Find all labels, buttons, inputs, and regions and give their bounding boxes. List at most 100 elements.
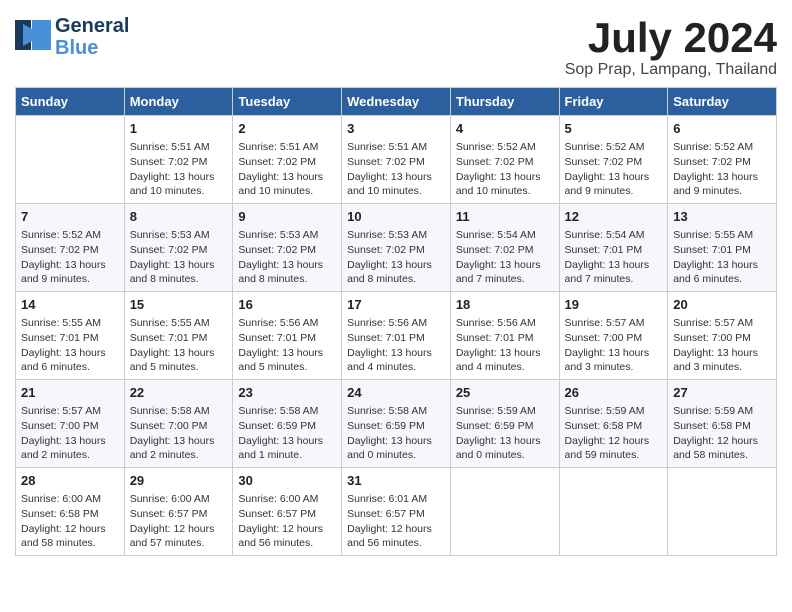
day-info-text: Sunset: 6:58 PM	[565, 419, 663, 434]
day-info-text: Sunset: 7:01 PM	[673, 243, 771, 258]
day-info-text: Sunrise: 6:00 AM	[21, 492, 119, 507]
day-info-text: and 10 minutes.	[456, 184, 554, 199]
day-number: 30	[238, 472, 336, 490]
day-info-text: Daylight: 12 hours	[673, 434, 771, 449]
day-info-text: Daylight: 13 hours	[456, 170, 554, 185]
location: Sop Prap, Lampang, Thailand	[565, 61, 777, 79]
calendar-cell-w4-d4	[450, 467, 559, 555]
day-info-text: Daylight: 12 hours	[130, 522, 228, 537]
day-info-text: Daylight: 13 hours	[456, 258, 554, 273]
day-number: 19	[565, 296, 663, 314]
day-info-text: Sunrise: 6:00 AM	[130, 492, 228, 507]
day-info-text: Sunset: 6:57 PM	[130, 507, 228, 522]
day-info-text: Sunset: 7:02 PM	[565, 155, 663, 170]
day-number: 26	[565, 384, 663, 402]
day-info-text: Sunrise: 5:55 AM	[130, 316, 228, 331]
day-number: 1	[130, 120, 228, 138]
calendar-cell-w3-d5: 26 Sunrise: 5:59 AMSunset: 6:58 PMDayligh…	[559, 380, 668, 468]
calendar-cell-w4-d2: 30Sunrise: 6:00 AMSunset: 6:57 PMDayligh…	[233, 467, 342, 555]
calendar-cell-w3-d4: 25 Sunrise: 5:59 AMSunset: 6:59 PMDayligh…	[450, 380, 559, 468]
day-info-text: Sunset: 6:58 PM	[21, 507, 119, 522]
day-info-text: Daylight: 13 hours	[673, 346, 771, 361]
calendar-cell-w1-d1: 8Sunrise: 5:53 AMSunset: 7:02 PMDaylight…	[124, 204, 233, 292]
day-info-text: Sunset: 6:59 PM	[456, 419, 554, 434]
day-info-text: Sunset: 7:01 PM	[456, 331, 554, 346]
weekday-header-friday: Friday	[559, 88, 668, 116]
day-number: 2	[238, 120, 336, 138]
day-info-text: Sunrise: 5:58 AM	[130, 404, 228, 419]
day-info-text: Sunrise: 5:53 AM	[130, 228, 228, 243]
calendar-cell-w1-d4: 11Sunrise: 5:54 AMSunset: 7:02 PMDayligh…	[450, 204, 559, 292]
day-info-text: Daylight: 13 hours	[130, 258, 228, 273]
weekday-header-monday: Monday	[124, 88, 233, 116]
day-info-text: and 2 minutes.	[130, 448, 228, 463]
day-info-text: and 57 minutes.	[130, 536, 228, 551]
day-info-text: Sunset: 7:02 PM	[130, 243, 228, 258]
day-info-text: Daylight: 12 hours	[565, 434, 663, 449]
day-number: 14	[21, 296, 119, 314]
calendar-cell-w4-d6	[668, 467, 777, 555]
day-info-text: and 8 minutes.	[347, 272, 445, 287]
calendar-cell-w3-d6: 27Sunrise: 5:59 AMSunset: 6:58 PMDayligh…	[668, 380, 777, 468]
day-info-text: Daylight: 13 hours	[130, 170, 228, 185]
calendar-cell-w4-d3: 31Sunrise: 6:01 AMSunset: 6:57 PMDayligh…	[342, 467, 451, 555]
weekday-header-thursday: Thursday	[450, 88, 559, 116]
day-info-text: and 7 minutes.	[565, 272, 663, 287]
day-number: 3	[347, 120, 445, 138]
day-info-text: Sunset: 7:01 PM	[21, 331, 119, 346]
day-info-text: Daylight: 13 hours	[347, 434, 445, 449]
day-info-text: and 8 minutes.	[238, 272, 336, 287]
calendar-cell-w0-d2: 2Sunrise: 5:51 AMSunset: 7:02 PMDaylight…	[233, 116, 342, 204]
day-info-text: Daylight: 13 hours	[238, 346, 336, 361]
day-number: 22	[130, 384, 228, 402]
calendar-cell-w0-d3: 3Sunrise: 5:51 AMSunset: 7:02 PMDaylight…	[342, 116, 451, 204]
day-info-text: Sunset: 7:00 PM	[673, 331, 771, 346]
calendar-cell-w1-d5: 12Sunrise: 5:54 AMSunset: 7:01 PMDayligh…	[559, 204, 668, 292]
day-info-text: and 5 minutes.	[130, 360, 228, 375]
day-info-text: Sunset: 7:00 PM	[130, 419, 228, 434]
day-info-text: Sunrise: 5:59 AM	[565, 404, 663, 419]
day-info-text: and 6 minutes.	[21, 360, 119, 375]
day-info-text: and 10 minutes.	[347, 184, 445, 199]
day-info-text: Daylight: 13 hours	[565, 258, 663, 273]
day-number: 25	[456, 384, 554, 402]
day-info-text: Sunrise: 6:00 AM	[238, 492, 336, 507]
calendar-cell-w2-d4: 18Sunrise: 5:56 AMSunset: 7:01 PMDayligh…	[450, 292, 559, 380]
day-info-text: Daylight: 13 hours	[238, 258, 336, 273]
day-info-text: and 56 minutes.	[347, 536, 445, 551]
day-info-text: and 4 minutes.	[456, 360, 554, 375]
day-info-text: Daylight: 13 hours	[565, 346, 663, 361]
day-info-text: and 3 minutes.	[673, 360, 771, 375]
day-info-text: Daylight: 13 hours	[21, 434, 119, 449]
day-info-text: Daylight: 13 hours	[238, 170, 336, 185]
calendar-cell-w1-d3: 10Sunrise: 5:53 AMSunset: 7:02 PMDayligh…	[342, 204, 451, 292]
calendar-cell-w2-d5: 19Sunrise: 5:57 AMSunset: 7:00 PMDayligh…	[559, 292, 668, 380]
calendar-cell-w3-d2: 23Sunrise: 5:58 AMSunset: 6:59 PMDayligh…	[233, 380, 342, 468]
day-info-text: Daylight: 12 hours	[238, 522, 336, 537]
day-info-text: Sunset: 7:02 PM	[673, 155, 771, 170]
day-info-text: and 58 minutes.	[673, 448, 771, 463]
calendar-cell-w3-d3: 24Sunrise: 5:58 AMSunset: 6:59 PMDayligh…	[342, 380, 451, 468]
day-info-text: Sunrise: 5:56 AM	[456, 316, 554, 331]
calendar-cell-w1-d0: 7Sunrise: 5:52 AMSunset: 7:02 PMDaylight…	[16, 204, 125, 292]
day-info-text: Sunrise: 5:56 AM	[347, 316, 445, 331]
title-area: July 2024 Sop Prap, Lampang, Thailand	[565, 15, 777, 79]
day-number: 9	[238, 208, 336, 226]
month-title: July 2024	[565, 15, 777, 61]
day-info-text: Sunrise: 5:54 AM	[456, 228, 554, 243]
day-info-text: Daylight: 13 hours	[347, 170, 445, 185]
day-info-text: and 10 minutes.	[130, 184, 228, 199]
weekday-header-wednesday: Wednesday	[342, 88, 451, 116]
day-info-text: and 59 minutes.	[565, 448, 663, 463]
day-info-text: and 4 minutes.	[347, 360, 445, 375]
logo-text-general: General	[55, 15, 129, 37]
day-info-text: Daylight: 13 hours	[673, 170, 771, 185]
day-number: 12	[565, 208, 663, 226]
day-info-text: and 0 minutes.	[456, 448, 554, 463]
day-info-text: Daylight: 13 hours	[347, 258, 445, 273]
day-number: 18	[456, 296, 554, 314]
day-info-text: Sunrise: 5:59 AM	[456, 404, 554, 419]
day-number: 24	[347, 384, 445, 402]
day-info-text: Sunrise: 5:53 AM	[347, 228, 445, 243]
day-info-text: Daylight: 13 hours	[456, 434, 554, 449]
